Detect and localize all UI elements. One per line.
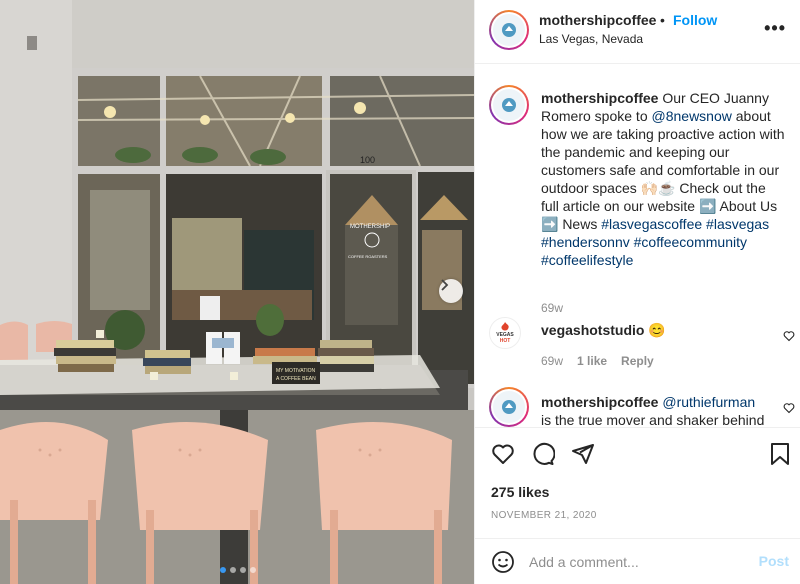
caption-meta: 69w xyxy=(541,301,563,315)
post-actions: 275 likes NOVEMBER 21, 2020 xyxy=(475,427,800,537)
hashtag[interactable]: #lasvegascoffee xyxy=(601,216,702,232)
comments-list[interactable]: mothershipcoffee Our CEO Juanny Romero s… xyxy=(475,65,800,427)
hashtag[interactable]: #coffeecommunity xyxy=(634,234,747,250)
post-comment-button[interactable]: Post xyxy=(759,553,789,569)
like-heart-icon[interactable] xyxy=(491,442,515,471)
emoji-smiley-icon[interactable] xyxy=(491,550,515,579)
hashtag[interactable]: #coffeelifestyle xyxy=(541,252,633,268)
comment-body: 😊 xyxy=(644,322,666,338)
carousel-dot xyxy=(230,567,236,573)
comment-text: mothershipcoffee @ruthiefurman is the tru… xyxy=(541,393,786,427)
comment-body: is the true mover and shaker behind xyxy=(541,412,765,427)
comment-time[interactable]: 69w xyxy=(541,354,563,368)
header-username[interactable]: mothershipcoffee xyxy=(539,12,656,28)
comment-mention[interactable]: @ruthiefurman xyxy=(662,394,755,410)
vegas-hot-logo-icon: VEGAS HOT xyxy=(489,317,521,349)
comment-bubble-icon[interactable] xyxy=(531,442,556,471)
table-sign-line-1: MY MOTIVATION xyxy=(276,368,316,374)
caption-body-2: about how we are taking proactive action… xyxy=(541,108,785,232)
post-date: NOVEMBER 21, 2020 xyxy=(491,510,597,521)
comment-meta: 69w 1 like Reply xyxy=(541,354,654,368)
comment-text: vegashotstudio 😊 xyxy=(541,321,786,339)
follow-button[interactable]: Follow xyxy=(673,12,717,28)
add-comment-bar: Post xyxy=(475,538,800,584)
post-panel: mothershipcoffee • Follow Las Vegas, Nev… xyxy=(474,0,800,584)
reply-button[interactable]: Reply xyxy=(621,354,654,368)
caption: mothershipcoffee Our CEO Juanny Romero s… xyxy=(489,85,789,315)
header-separator: • xyxy=(660,12,665,28)
next-photo-button[interactable] xyxy=(439,279,463,303)
comment-username[interactable]: vegashotstudio xyxy=(541,322,644,338)
comment-username[interactable]: mothershipcoffee xyxy=(541,394,658,410)
vegas-hot-logo-bottom: HOT xyxy=(499,338,511,344)
mothership-logo-icon xyxy=(493,391,525,423)
save-bookmark-icon[interactable] xyxy=(769,442,791,471)
caption-avatar[interactable] xyxy=(489,85,529,125)
comment-item: VEGAS HOT vegashotstudio 😊 69w 1 like Re… xyxy=(489,317,795,377)
caption-mention[interactable]: @8newsnow xyxy=(652,108,732,124)
caption-time[interactable]: 69w xyxy=(541,301,563,315)
caption-username[interactable]: mothershipcoffee xyxy=(541,90,658,106)
carousel-dots xyxy=(220,567,256,573)
storefront-sign-subtitle: COFFEE ROASTERS xyxy=(348,254,388,259)
cafe-storefront-image: 100 MOTHERSHIP COFFEE ROASTERS MY MOTIVA… xyxy=(0,0,474,584)
table-sign-line-2: A COFFEE BEAN xyxy=(276,376,316,382)
more-options-icon[interactable]: ••• xyxy=(764,18,786,39)
avatar[interactable] xyxy=(489,10,529,50)
post-location[interactable]: Las Vegas, Nevada xyxy=(539,32,643,46)
comment-avatar[interactable]: VEGAS HOT xyxy=(489,317,521,349)
storefront-sign-title: MOTHERSHIP xyxy=(350,224,390,230)
hashtag[interactable]: #lasvegas xyxy=(706,216,769,232)
comment-item: mothershipcoffee @ruthiefurman is the tru… xyxy=(489,387,795,427)
carousel-dot xyxy=(250,567,256,573)
comment-avatar[interactable] xyxy=(489,387,529,427)
mothership-logo-icon xyxy=(493,89,525,121)
carousel-dot xyxy=(220,567,226,573)
post-header: mothershipcoffee • Follow Las Vegas, Nev… xyxy=(475,0,800,64)
post-photo: 100 MOTHERSHIP COFFEE ROASTERS MY MOTIVA… xyxy=(0,0,474,584)
comment-likes[interactable]: 1 like xyxy=(577,354,607,368)
comment-input[interactable] xyxy=(529,551,739,573)
mothership-logo-icon xyxy=(493,14,525,46)
carousel-dot xyxy=(240,567,246,573)
caption-text: mothershipcoffee Our CEO Juanny Romero s… xyxy=(541,89,786,269)
likes-count[interactable]: 275 likes xyxy=(491,484,549,500)
like-comment-heart-icon[interactable] xyxy=(783,329,795,347)
address-number: 100 xyxy=(360,155,375,165)
hashtag[interactable]: #hendersonnv xyxy=(541,234,630,250)
share-send-icon[interactable] xyxy=(571,442,595,471)
like-comment-heart-icon[interactable] xyxy=(783,401,795,419)
